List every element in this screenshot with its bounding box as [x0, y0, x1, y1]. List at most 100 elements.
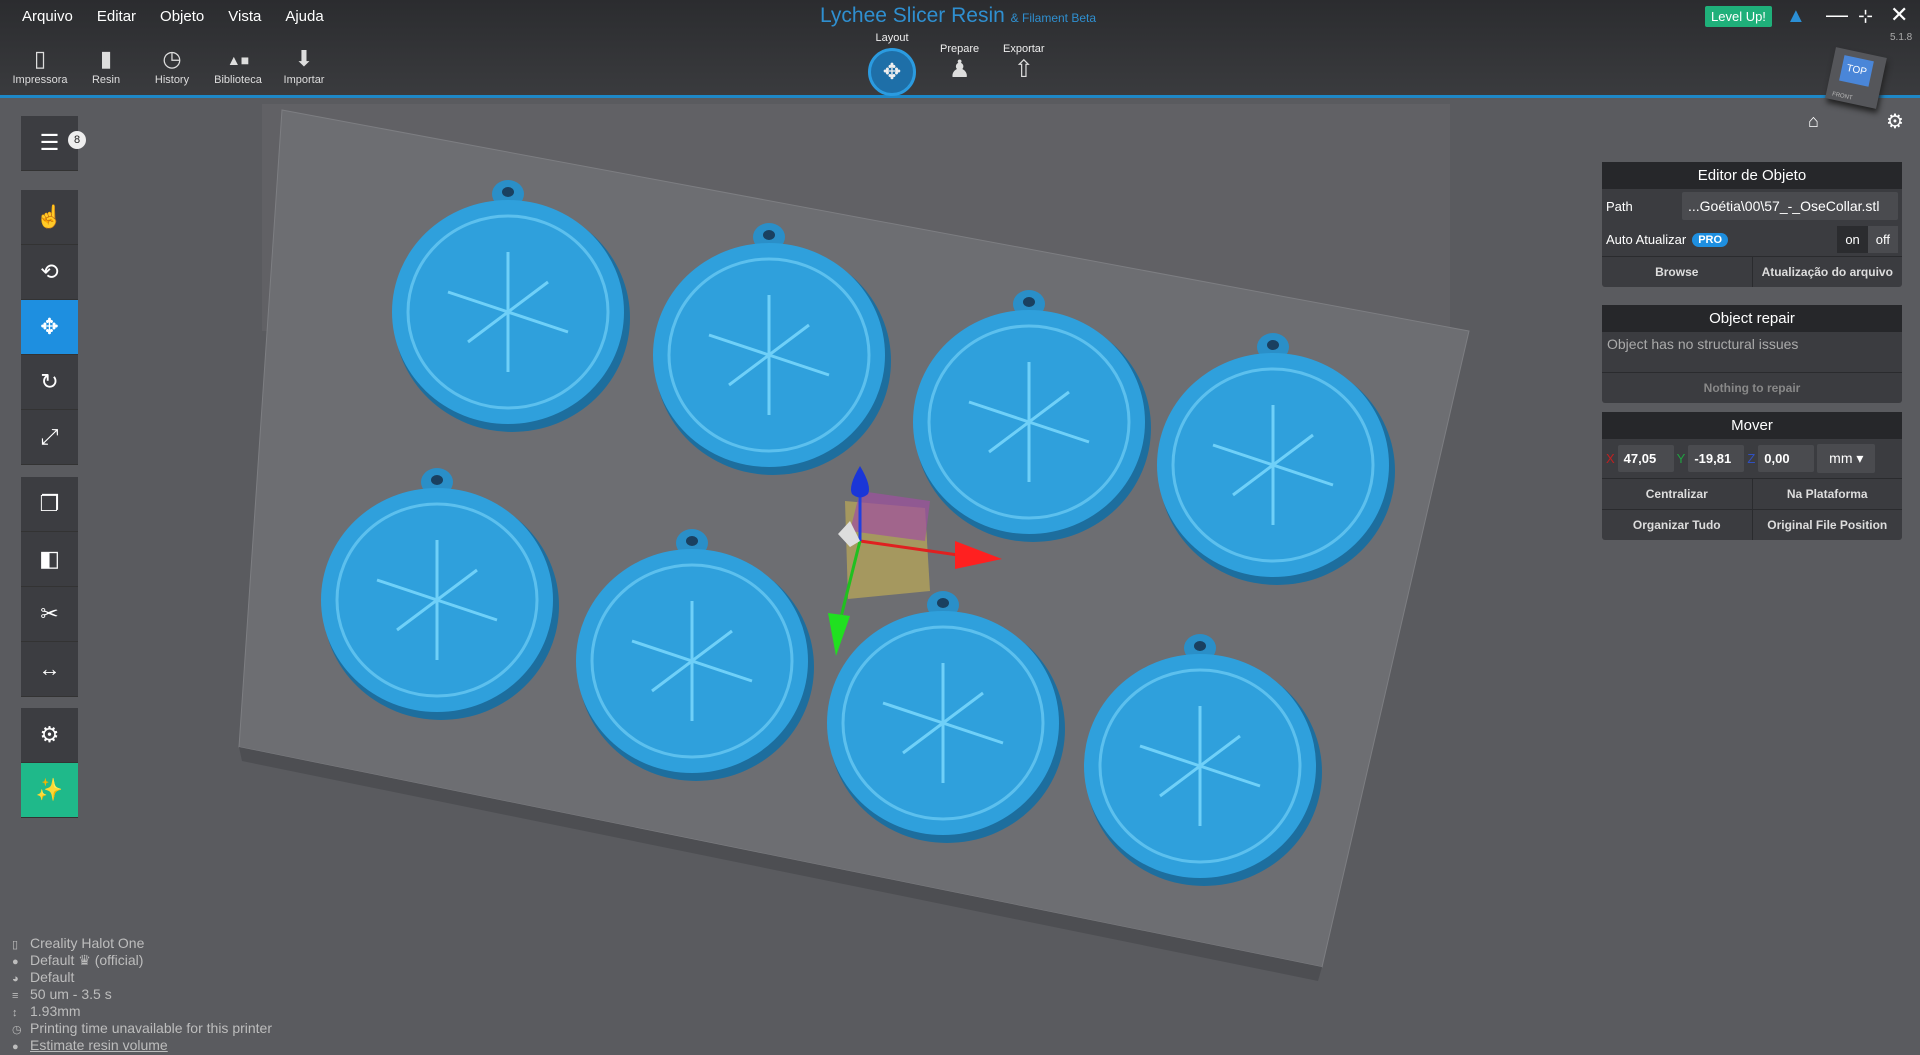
title-main: Lychee Slicer Resin — [820, 4, 1005, 27]
bottle-icon: ▮ — [99, 46, 113, 71]
tab-prepare[interactable]: Prepare ♟ — [940, 43, 979, 84]
version-label: 5.1.8 — [1890, 32, 1913, 43]
view-cube[interactable]: TOP FRONT — [1825, 47, 1887, 109]
object-count-badge: 8 — [68, 131, 86, 149]
import-label: Importar — [283, 74, 325, 86]
printer-label: Impressora — [12, 74, 68, 86]
printer-icon: ▯ — [12, 939, 19, 951]
home-icon[interactable]: ⌂ — [1808, 111, 1819, 132]
hand-icon: ☝ — [35, 204, 64, 229]
repair-status: Object has no structural issues — [1607, 336, 1799, 352]
cut-tool[interactable]: ✂ — [21, 587, 78, 642]
y-input[interactable]: -19,81 — [1688, 445, 1745, 472]
hud-time-text: Printing time unavailable for this print… — [30, 1020, 273, 1036]
expand-icon: ⤢ — [40, 424, 59, 449]
orbit-icon: ⟲ — [40, 259, 59, 284]
app-title: Lychee Slicer Resin & Filament Beta — [820, 4, 1096, 28]
list-icon: ☰ — [39, 130, 60, 155]
prepare-label: Prepare — [940, 43, 980, 55]
scissors-icon: ✂ — [40, 601, 59, 626]
minimize-button[interactable]: — — [1826, 2, 1848, 28]
export-label: Exportar — [1003, 43, 1045, 55]
cube-top-face[interactable]: TOP — [1839, 55, 1874, 87]
toggle-on[interactable]: on — [1837, 226, 1868, 253]
path-field[interactable]: ...Goétia\00\57_-_OseCollar.stl — [1682, 192, 1898, 220]
measure-tool[interactable]: ↔ — [21, 642, 78, 697]
hud-profile: ◕ Default — [12, 970, 272, 987]
resin-label: Resin — [91, 74, 121, 86]
arrange-all-button[interactable]: Organizar Tudo — [1602, 509, 1752, 540]
duplicate-tool[interactable]: ❐ — [21, 477, 78, 532]
hud-printer-text: Creality Halot One — [30, 935, 145, 951]
top-bar: Arquivo Editar Objeto Vista Ajuda ▯ Impre… — [0, 0, 1920, 98]
object-list-button[interactable]: ☰ 8 — [21, 116, 86, 171]
printer-button[interactable]: ▯ Impressora — [12, 46, 68, 86]
x-input[interactable]: 47,05 — [1617, 445, 1674, 472]
panel-title: Mover — [1602, 412, 1902, 439]
estimate-resin-link[interactable]: Estimate resin volume — [30, 1037, 168, 1053]
resin-button[interactable]: ▮ Resin — [80, 46, 132, 86]
hud-resin-text: Default ♛ (official) — [30, 952, 144, 968]
restore-button[interactable]: ⊹ — [1858, 6, 1873, 27]
menu-arquivo[interactable]: Arquivo — [22, 8, 73, 25]
y-label: Y — [1676, 451, 1686, 466]
unit-value: mm — [1829, 450, 1853, 466]
orbit-tool[interactable]: ⟲ — [21, 245, 78, 300]
update-file-button[interactable]: Atualização do arquivo — [1751, 256, 1902, 287]
menu-objeto[interactable]: Objeto — [160, 8, 204, 25]
center-button[interactable]: Centralizar — [1602, 478, 1752, 509]
menu-vista[interactable]: Vista — [228, 8, 261, 25]
z-input[interactable]: 0,00 — [1758, 445, 1815, 472]
object-repair-panel: Object repair Object has no structural i… — [1602, 305, 1902, 403]
warning-icon[interactable]: ▲ — [1786, 5, 1806, 28]
panel-title: Editor de Objeto — [1602, 162, 1902, 189]
hud-layer-text: 50 um - 3.5 s — [30, 986, 112, 1002]
level-up-button[interactable]: Level Up! — [1705, 6, 1772, 27]
hud-layer: ≡ 50 um - 3.5 s — [12, 987, 272, 1004]
on-platform-button[interactable]: Na Plataforma — [1751, 478, 1902, 509]
printer-icon: ▯ — [33, 46, 47, 71]
history-icon: ◷ — [162, 46, 182, 71]
mirror-tool[interactable]: ◧ — [21, 532, 78, 587]
original-position-button[interactable]: Original File Position — [1751, 509, 1902, 540]
z-label: Z — [1747, 451, 1756, 466]
unit-select[interactable]: mm ▾ — [1817, 444, 1876, 473]
toggle-off[interactable]: off — [1867, 226, 1898, 253]
mover-panel: Mover X 47,05 Y -19,81 Z 0,00 mm ▾ Centrali… — [1602, 412, 1902, 540]
magic-tool[interactable]: ✨ — [21, 763, 78, 818]
gears-icon: ⚙ — [39, 722, 60, 747]
drop-icon: ● — [12, 1041, 19, 1053]
rotate-tool[interactable]: ↻ — [21, 355, 78, 410]
menu-editar[interactable]: Editar — [97, 8, 136, 25]
supports-icon: ♟ — [948, 56, 971, 83]
auto-update-label: Auto Atualizar — [1606, 232, 1687, 247]
height-icon: ↕ — [12, 1007, 18, 1019]
browse-button[interactable]: Browse — [1602, 256, 1752, 287]
scale-tool[interactable]: ⤢ — [21, 410, 78, 465]
hud-height-text: 1.93mm — [30, 1003, 81, 1019]
print-info: ▯ Creality Halot One ● Default ♛ (official… — [12, 936, 272, 1055]
layers-icon: ≡ — [12, 990, 19, 1002]
palette-icon: ◕ — [12, 973, 19, 985]
close-button[interactable]: ✕ — [1890, 2, 1908, 28]
hud-printer: ▯ Creality Halot One — [12, 936, 272, 953]
shapes-icon: ▲■ — [226, 52, 250, 68]
settings-gear-icon[interactable]: ⚙ — [1886, 109, 1904, 134]
export-icon: ⇧ — [1013, 56, 1034, 83]
library-button[interactable]: ▲■ Biblioteca — [212, 46, 264, 86]
tab-layout[interactable]: Layout ✥ — [868, 32, 916, 96]
import-icon: ⬇ — [294, 46, 314, 71]
hud-resin: ● Default ♛ (official) — [12, 953, 272, 970]
menu-ajuda[interactable]: Ajuda — [285, 8, 323, 25]
mirror-icon: ◧ — [39, 546, 60, 571]
clock-icon: ◷ — [12, 1024, 22, 1036]
move-tool[interactable]: ✥ — [21, 300, 78, 355]
path-label: Path — [1606, 198, 1633, 214]
history-button[interactable]: ◷ History — [146, 46, 198, 86]
import-button[interactable]: ⬇ Importar — [278, 46, 330, 86]
supports-tool[interactable]: ⚙ — [21, 708, 78, 763]
select-tool[interactable]: ☝ — [21, 190, 78, 245]
repair-button[interactable]: Nothing to repair — [1602, 372, 1902, 403]
tab-export[interactable]: Exportar ⇧ — [1003, 43, 1045, 84]
title-sub: & Filament Beta — [1010, 11, 1097, 25]
